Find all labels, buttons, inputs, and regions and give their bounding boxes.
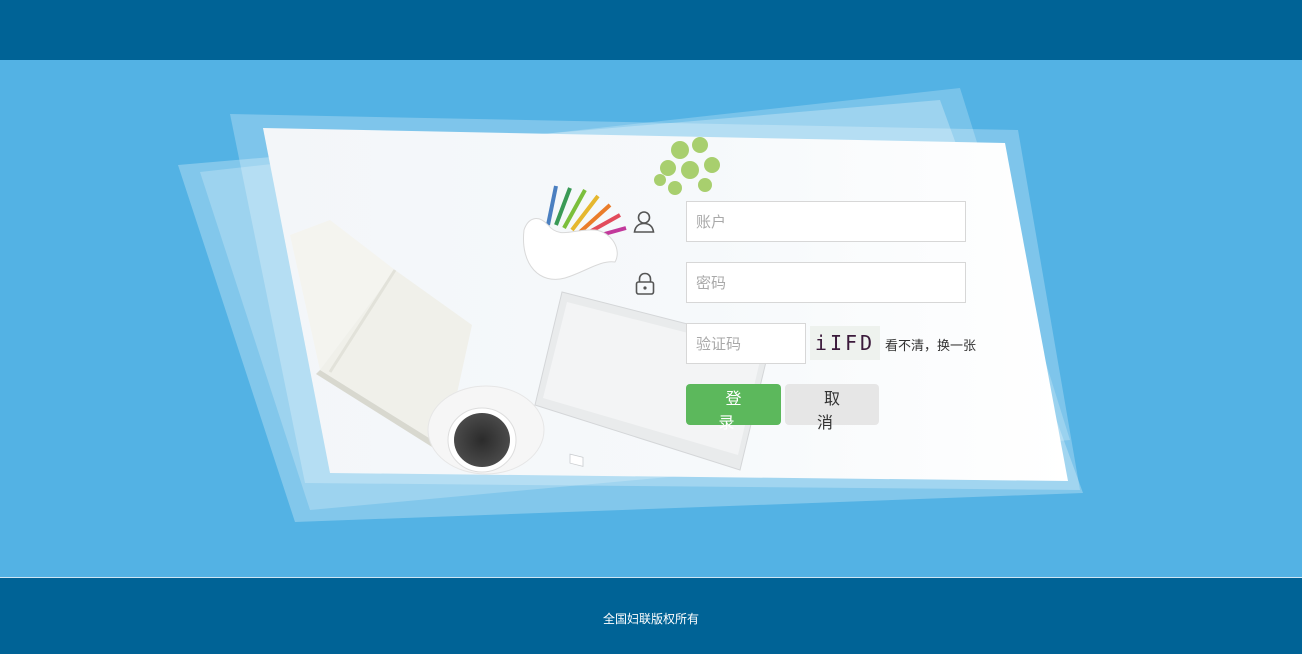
captcha-image[interactable]: iIFD (810, 326, 880, 360)
password-input[interactable] (686, 262, 966, 303)
footer: 全国妇联版权所有 (0, 577, 1302, 654)
coffee-cup-image (427, 385, 545, 475)
user-icon (633, 211, 655, 233)
refresh-captcha-link[interactable]: 看不清，换一张 (885, 335, 976, 354)
account-input[interactable] (686, 201, 966, 242)
login-button[interactable]: 登 录 (686, 384, 781, 432)
captcha-input[interactable] (686, 323, 806, 364)
lock-icon (635, 272, 655, 295)
cancel-button[interactable]: 取 消 (785, 384, 879, 432)
copyright-text: 全国妇联版权所有 (602, 612, 699, 626)
